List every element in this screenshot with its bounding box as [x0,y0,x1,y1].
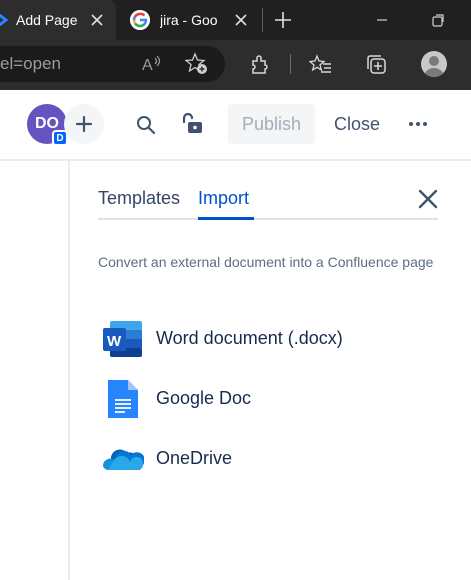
more-actions-button[interactable] [402,104,434,144]
browser-tab-title: jira - Goo [160,12,218,28]
browser-tab-title: Add Page [16,12,78,28]
svg-text:A: A [142,57,153,74]
favorites-icon[interactable] [309,53,333,77]
confluence-favicon-icon [0,13,9,27]
profile-person-icon [424,56,444,77]
browser-tab-add-page[interactable]: Add Page [0,0,116,40]
google-doc-icon [108,380,138,418]
plus-icon [75,115,93,133]
new-tab-icon[interactable] [273,10,293,30]
address-bar-text: el=open [0,54,61,73]
close-editor-button-label: Close [333,113,381,134]
restore-icon[interactable] [428,10,448,30]
search-icon[interactable] [134,113,158,137]
onedrive-icon [102,449,144,470]
browser-tab-strip: Add Page jira - Goo [0,0,471,40]
svg-text:W: W [107,333,122,350]
close-tab-icon[interactable] [232,11,250,29]
invite-collaborator-button[interactable] [64,104,104,144]
google-favicon-icon [130,10,150,30]
editor-header: DO D Publish Close [0,90,471,161]
avatar-badge-letter: D [56,132,64,144]
extensions-icon[interactable] [248,53,272,77]
browser-toolbar: el=open A [0,40,471,90]
browser-tab-jira[interactable]: jira - Goo [118,0,258,40]
import-option-onedrive-label: OneDrive [156,448,233,468]
import-description: Convert an external document into a Conf… [98,254,434,270]
minimize-icon[interactable] [372,10,392,30]
restrictions-unlock-icon[interactable] [180,112,204,136]
browser-profile-avatar[interactable] [421,51,447,77]
tab-separator [262,8,263,32]
tab-templates[interactable]: Templates [98,188,180,209]
close-panel-icon[interactable] [416,187,440,211]
read-aloud-icon[interactable]: A [140,52,164,76]
import-option-word-label: Word document (.docx) [156,328,343,348]
close-tab-icon[interactable] [88,11,106,29]
close-editor-button[interactable]: Close [326,104,388,144]
import-option-onedrive[interactable]: OneDrive [102,438,422,482]
add-favorite-icon[interactable] [185,52,209,76]
panel-divider [68,161,70,580]
word-icon: W [103,321,142,357]
publish-button[interactable]: Publish [228,104,315,144]
active-tab-indicator [198,217,254,220]
publish-button-label: Publish [241,113,302,134]
import-option-word[interactable]: W Word document (.docx) [102,318,422,362]
import-option-google-doc-label: Google Doc [156,388,252,408]
import-option-google-doc[interactable]: Google Doc [102,378,422,422]
tabs-underline [98,218,438,220]
collections-icon[interactable] [365,53,389,77]
more-dots-icon [409,122,427,126]
tab-import[interactable]: Import [198,188,249,209]
toolbar-separator [290,54,291,74]
